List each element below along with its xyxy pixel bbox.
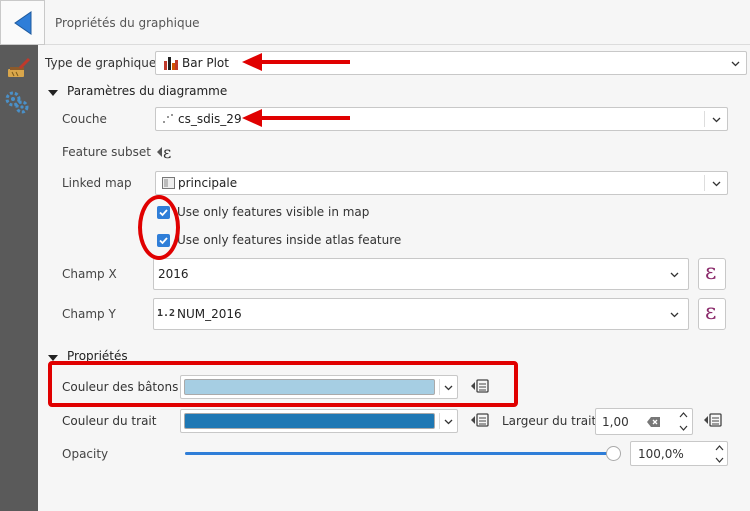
layer-label: Couche <box>62 112 107 126</box>
linked-map-value: principale <box>178 176 238 190</box>
field-x-select[interactable]: 2016 <box>153 258 689 290</box>
bar-chart-icon <box>164 57 178 70</box>
point-layer-icon <box>162 113 174 125</box>
combo-separator <box>704 111 705 127</box>
back-button[interactable] <box>0 0 45 45</box>
linked-map-label: Linked map <box>62 176 132 190</box>
stroke-width-spinbox[interactable]: 1,00 <box>595 408 693 435</box>
stroke-width-label: Largeur du trait <box>502 414 597 428</box>
svg-text:ε: ε <box>163 143 171 162</box>
opacity-value: 100,0% <box>638 447 684 461</box>
paint-brush-icon[interactable] <box>6 56 32 82</box>
map-icon <box>162 177 175 189</box>
field-y-value: NUM_2016 <box>177 307 242 321</box>
chart-type-value: Bar Plot <box>182 56 229 70</box>
combo-separator <box>439 413 440 429</box>
opacity-slider-handle[interactable] <box>606 446 621 461</box>
field-x-value: 2016 <box>158 267 189 281</box>
stroke-color-button[interactable] <box>180 409 458 433</box>
chevron-down-icon <box>712 181 721 187</box>
collapse-triangle-icon[interactable] <box>48 90 58 96</box>
expression-icon[interactable]: ε <box>156 142 180 162</box>
chevron-down-icon <box>670 312 679 318</box>
field-x-expression-button[interactable]: ε <box>698 258 726 290</box>
visible-features-label: Use only features visible in map <box>177 205 370 219</box>
opacity-spinbox[interactable]: 100,0% <box>630 441 728 466</box>
opacity-slider-track[interactable] <box>185 446 621 461</box>
annotation-box <box>48 361 518 407</box>
annotation-arrow-icon <box>242 53 350 71</box>
field-x-label: Champ X <box>62 267 117 281</box>
decimal-type-badge: 1.2 <box>157 308 176 319</box>
spin-down-icon[interactable] <box>679 424 688 432</box>
epsilon-icon: ε <box>705 300 717 325</box>
stroke-color-label: Couleur du trait <box>62 414 157 428</box>
opacity-label: Opacity <box>62 447 109 461</box>
feature-subset-label: Feature subset <box>62 145 151 159</box>
chevron-down-icon <box>731 61 740 67</box>
spin-up-icon[interactable] <box>679 411 688 419</box>
layer-value: cs_sdis_29 <box>178 112 242 126</box>
stroke-width-value: 1,00 <box>602 415 629 429</box>
page-title: Propriétés du graphique <box>55 16 200 30</box>
header-divider <box>45 44 750 45</box>
chevron-down-icon <box>712 117 721 123</box>
back-arrow-icon <box>14 11 32 35</box>
chart-type-label: Type de graphique <box>45 56 157 70</box>
atlas-features-label: Use only features inside atlas feature <box>177 233 402 247</box>
spin-up-icon[interactable] <box>715 444 724 452</box>
gears-icon[interactable] <box>4 90 30 116</box>
section-title-diagram: Paramètres du diagramme <box>67 84 228 98</box>
chevron-down-icon <box>444 419 453 425</box>
epsilon-icon: ε <box>705 260 717 285</box>
field-y-select[interactable]: 1.2 NUM_2016 <box>153 298 689 330</box>
combo-separator <box>704 175 705 191</box>
field-y-expression-button[interactable]: ε <box>698 298 726 330</box>
stroke-color-swatch <box>184 413 435 429</box>
opacity-slider-fill <box>185 452 614 455</box>
data-defined-override-icon[interactable] <box>470 411 492 429</box>
annotation-circle <box>138 195 180 260</box>
clear-icon[interactable] <box>647 417 660 427</box>
chevron-down-icon <box>670 272 679 278</box>
linked-map-select[interactable]: principale <box>155 171 728 195</box>
spin-down-icon[interactable] <box>715 456 724 464</box>
annotation-arrow-icon <box>242 109 350 127</box>
data-defined-override-icon[interactable] <box>703 411 725 429</box>
field-y-label: Champ Y <box>62 307 116 321</box>
